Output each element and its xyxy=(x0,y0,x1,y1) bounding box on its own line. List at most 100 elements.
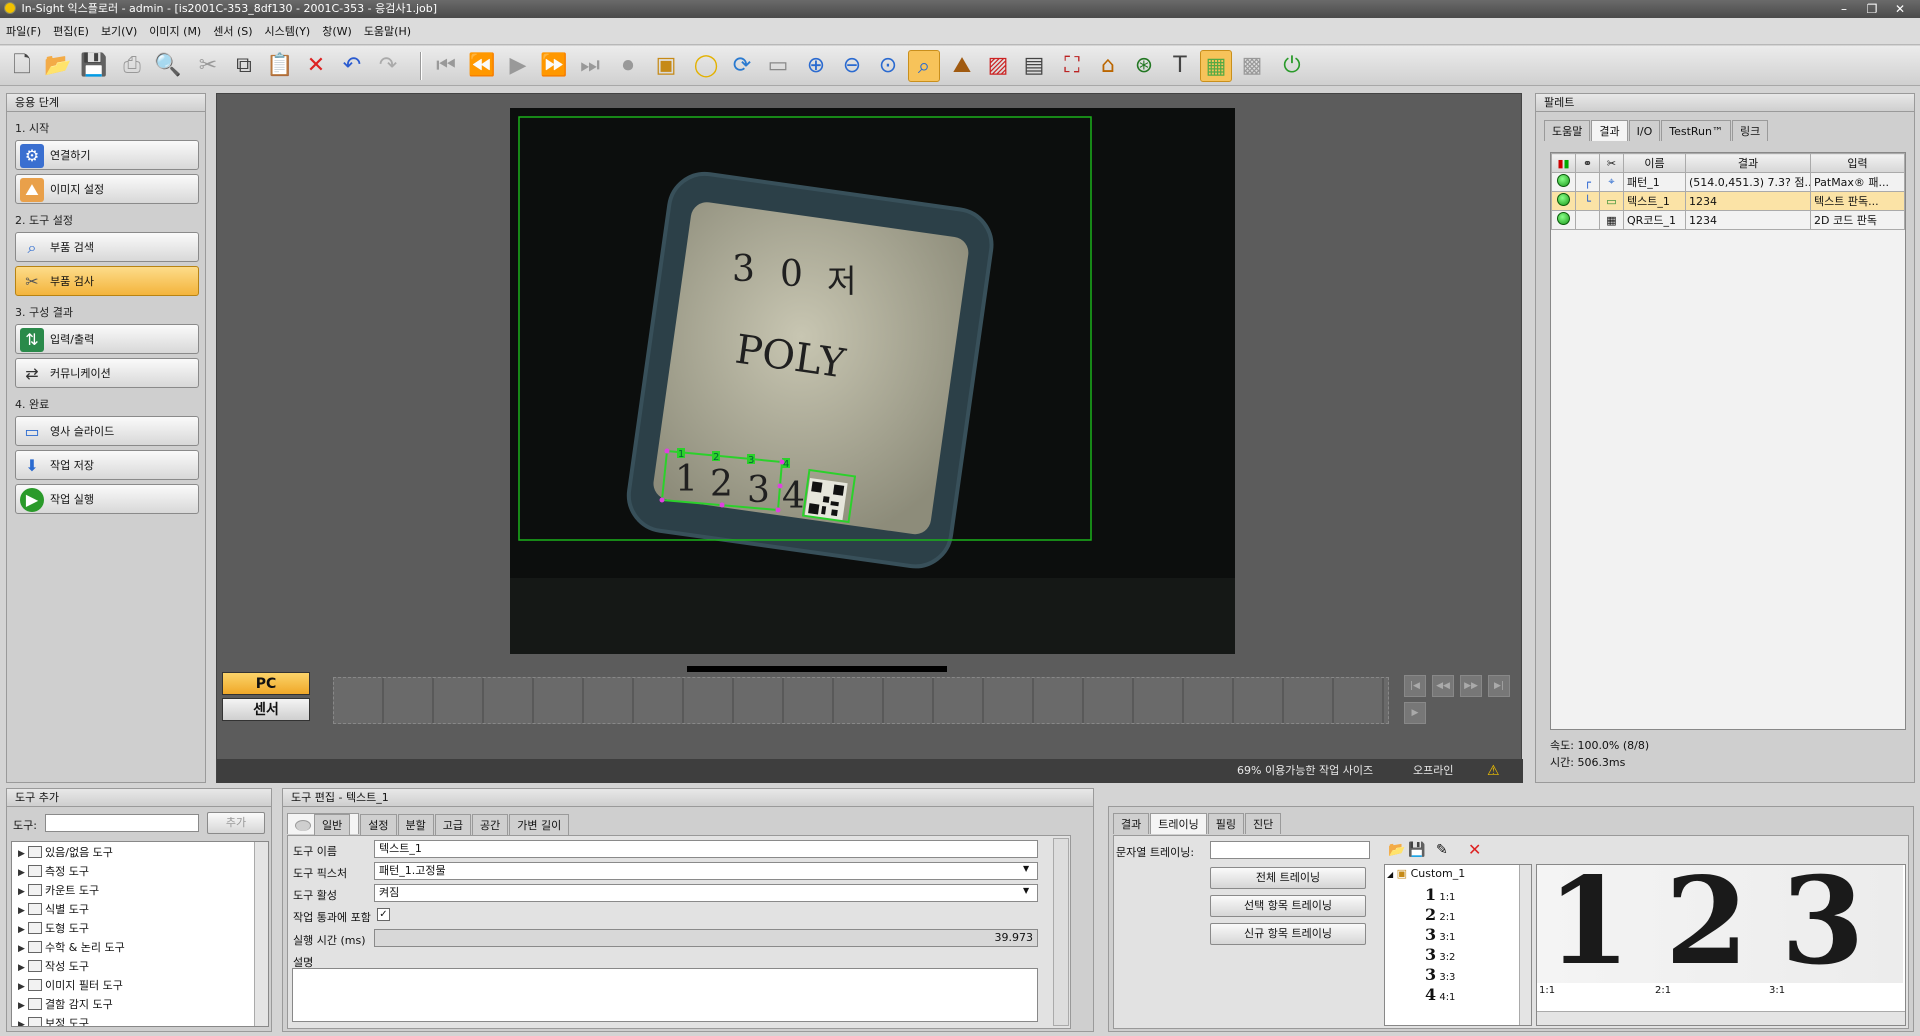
col-name[interactable]: 이름 xyxy=(1623,153,1686,173)
redo-icon[interactable]: ↷ xyxy=(372,50,404,82)
tab-spacing[interactable]: 공간 xyxy=(472,814,509,835)
communication-button[interactable]: ⇄ 커뮤니케이션 xyxy=(15,358,199,388)
minimize-button[interactable]: – xyxy=(1830,0,1858,18)
tree-item-filter[interactable]: ▶ 이미지 필터 도구 xyxy=(18,977,123,995)
tree-item-plot[interactable]: ▶ 작성 도구 xyxy=(18,958,89,976)
menu-view[interactable]: 보기(V) xyxy=(95,18,143,45)
col-result[interactable]: 결과 xyxy=(1685,153,1811,173)
camera-image[interactable]: 3 0 저 POLY 1 2 3 4 1 2 3 4 xyxy=(510,108,1235,654)
record-icon[interactable]: ⏺ xyxy=(612,50,644,82)
overlay-icon[interactable]: ▦ xyxy=(1200,50,1232,82)
last-frame-icon[interactable]: ⏭ xyxy=(574,50,606,82)
graphics-icon[interactable]: ⛶ xyxy=(1056,50,1088,82)
delete-icon[interactable]: ✕ xyxy=(300,50,332,82)
tool-tree[interactable]: ▶ 있음/없음 도구 ▶ 측정 도구 ▶ 카운트 도구 ▶ 식별 도구 ▶ 도형 도구 ▶… xyxy=(11,841,269,1027)
delete-font-icon[interactable]: ✕ xyxy=(1468,840,1481,859)
menu-image[interactable]: 이미지 (M) xyxy=(143,18,207,45)
last-image-button[interactable]: ▶| xyxy=(1488,675,1510,697)
tab-results[interactable]: 결과 xyxy=(1591,120,1628,141)
camera-icon[interactable]: ▭ xyxy=(762,50,794,82)
zoom-1x-icon[interactable]: ⊙ xyxy=(872,50,904,82)
tab-variable-length[interactable]: 가변 길이 xyxy=(509,814,570,835)
description-textarea[interactable] xyxy=(292,968,1038,1022)
result-row[interactable]: ▦ QR코드_1 1234 2D 코드 판독 xyxy=(1551,210,1905,230)
image-setup-button[interactable]: ⛰ 이미지 설정 xyxy=(15,174,199,204)
tree-item-geometry[interactable]: ▶ 도형 도구 xyxy=(18,920,89,938)
tree-item-math[interactable]: ▶ 수학 & 논리 도구 xyxy=(18,939,125,957)
emulator-icon[interactable]: ▩ xyxy=(1236,50,1268,82)
open-font-icon[interactable]: 📂 xyxy=(1388,842,1405,858)
tree-item-identify[interactable]: ▶ 식별 도구 xyxy=(18,901,89,919)
tab-help[interactable]: 도움말 xyxy=(1544,120,1591,141)
tree-item-measure[interactable]: ▶ 측정 도구 xyxy=(18,863,89,881)
train-selected-button[interactable]: 선택 항목 트레이닝 xyxy=(1210,895,1366,917)
result-row[interactable]: ┌ ⌖ 패턴_1 (514.0,451.3) 7.3? 점... PatMax®… xyxy=(1551,172,1905,192)
prev-image-button[interactable]: ◀◀ xyxy=(1432,675,1454,697)
save-job-button[interactable]: ⬇ 작업 저장 xyxy=(15,450,199,480)
preview-scrollbar[interactable] xyxy=(1537,1011,1905,1025)
first-image-button[interactable]: |◀ xyxy=(1404,675,1426,697)
font-item[interactable]: 1 1:1 xyxy=(1425,885,1455,904)
tab-testrun[interactable]: TestRun™ xyxy=(1661,120,1731,141)
copy-icon[interactable]: ⧉ xyxy=(228,50,260,82)
tree-scrollbar[interactable] xyxy=(254,842,268,1026)
chevron-down-icon[interactable]: ▼ xyxy=(1023,886,1029,895)
locate-part-button[interactable]: ⌕ 부품 검색 xyxy=(15,232,199,262)
print-icon[interactable]: ⎙ xyxy=(116,50,148,82)
cut-icon[interactable]: ✂ xyxy=(192,50,224,82)
tree-item-defect[interactable]: ▶ 결함 감지 도구 xyxy=(18,996,113,1014)
calibration-icon[interactable]: ⊛ xyxy=(1128,50,1160,82)
tab-link[interactable]: 링크 xyxy=(1732,120,1769,141)
tree-item-calibration[interactable]: ▶ 보정 도구 xyxy=(18,1015,89,1026)
first-frame-icon[interactable]: ⏮ xyxy=(430,50,462,82)
restore-button[interactable]: ❐ xyxy=(1858,0,1886,18)
filmstrip-button[interactable]: ▭ 영사 슬라이드 xyxy=(15,416,199,446)
playback-button[interactable]: ▶ xyxy=(1404,702,1426,724)
tool-search-input[interactable] xyxy=(45,814,199,832)
open-icon[interactable]: 📂 xyxy=(42,50,74,82)
edit-font-icon[interactable]: ✎ xyxy=(1436,842,1448,858)
result-row[interactable]: └ ▭ 텍스트_1 1234 텍스트 판독... xyxy=(1551,191,1905,211)
live-video-icon[interactable]: ⟳ xyxy=(726,50,758,82)
font-item[interactable]: 3 3:2 xyxy=(1425,945,1455,964)
font-item[interactable]: 4 4:1 xyxy=(1425,985,1455,1004)
add-tool-button[interactable]: 추가 xyxy=(207,812,265,834)
tab-io[interactable]: I/O xyxy=(1628,120,1661,141)
tree-item-presence[interactable]: ▶ 있음/없음 도구 xyxy=(18,844,113,862)
tab-filling[interactable]: 필링 xyxy=(1207,813,1244,834)
menu-window[interactable]: 창(W) xyxy=(316,18,358,45)
prev-frame-icon[interactable]: ⏪ xyxy=(466,50,498,82)
include-pass-checkbox[interactable]: ✓ xyxy=(377,908,390,921)
tree-item-count[interactable]: ▶ 카운트 도구 xyxy=(18,882,99,900)
connect-button[interactable]: ⚙ 연결하기 xyxy=(15,140,199,170)
next-frame-icon[interactable]: ⏩ xyxy=(538,50,570,82)
font-item[interactable]: 3 3:3 xyxy=(1425,965,1455,984)
sensor-button[interactable]: 센서 xyxy=(222,698,310,721)
tab-advanced[interactable]: 고급 xyxy=(434,814,471,835)
zoom-fit-icon[interactable]: ⌕ xyxy=(908,50,940,82)
chevron-down-icon[interactable]: ▼ xyxy=(1023,864,1029,873)
tab-training[interactable]: 트레이닝 xyxy=(1150,813,1207,834)
undo-icon[interactable]: ↶ xyxy=(336,50,368,82)
tool-enable-select[interactable]: 켜짐 xyxy=(374,884,1038,902)
online-power-icon[interactable]: ⏻ xyxy=(1276,50,1308,82)
font-root[interactable]: ◢ ▣ Custom_1 xyxy=(1387,867,1465,880)
spreadsheet-icon[interactable]: ▤ xyxy=(1018,50,1050,82)
custom-view-icon[interactable]: ⌂ xyxy=(1092,50,1124,82)
new-icon[interactable]: 🗋 xyxy=(6,50,38,82)
warning-icon[interactable]: ⚠ xyxy=(1487,759,1500,783)
tab-general[interactable]: 일반 xyxy=(287,813,360,835)
tab-segmentation[interactable]: 분할 xyxy=(397,814,434,835)
play-icon[interactable]: ▶ xyxy=(502,50,534,82)
next-image-button[interactable]: ▶▶ xyxy=(1460,675,1482,697)
menu-edit[interactable]: 편집(E) xyxy=(47,18,95,45)
train-new-button[interactable]: 신규 항목 트레이닝 xyxy=(1210,923,1366,945)
edit-scrollbar[interactable] xyxy=(1053,838,1069,1026)
print-preview-icon[interactable]: 🔍 xyxy=(152,50,184,82)
tab-diagnostics[interactable]: 진단 xyxy=(1244,813,1282,834)
filmstrip[interactable] xyxy=(333,677,1389,724)
col-input[interactable]: 입력 xyxy=(1810,153,1905,173)
paste-icon[interactable]: 📋 xyxy=(264,50,296,82)
save-font-icon[interactable]: 💾 xyxy=(1408,842,1425,858)
zoom-in-icon[interactable]: ⊕ xyxy=(800,50,832,82)
